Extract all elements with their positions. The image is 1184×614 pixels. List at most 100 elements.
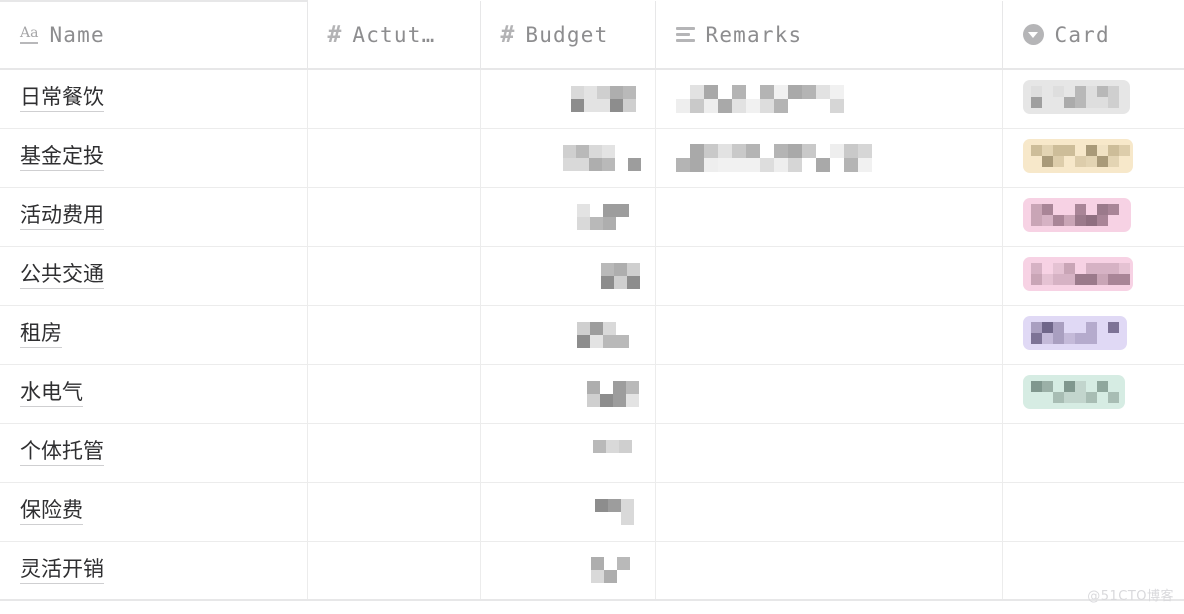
redacted-value	[594, 498, 635, 525]
table-header-row: Aa Name # Actut… # Budget Remarks Card	[0, 0, 1184, 70]
table-row[interactable]: 租房	[0, 305, 1184, 365]
redacted-value	[675, 84, 846, 113]
cell-card[interactable]	[1002, 541, 1184, 601]
cell-budget[interactable]	[480, 246, 656, 306]
redacted-value	[675, 143, 872, 172]
cell-remarks[interactable]	[655, 246, 1003, 306]
row-name-link[interactable]: 公共交通	[20, 262, 104, 290]
card-tag-chip[interactable]	[1022, 197, 1131, 232]
redacted-value	[576, 203, 635, 230]
cell-budget[interactable]	[480, 187, 656, 247]
cell-remarks[interactable]	[655, 364, 1003, 424]
cell-actual[interactable]	[307, 128, 481, 188]
cell-budget[interactable]	[480, 128, 656, 188]
table-row[interactable]: 日常餐饮	[0, 69, 1184, 129]
table-row[interactable]: 个体托管	[0, 423, 1184, 483]
redacted-value	[562, 144, 641, 171]
card-tag-chip[interactable]	[1022, 315, 1127, 350]
redacted-value	[592, 439, 635, 466]
cell-card[interactable]	[1002, 305, 1184, 365]
column-header-card[interactable]: Card	[1002, 1, 1184, 70]
redacted-value	[570, 85, 636, 112]
cell-budget[interactable]	[480, 305, 656, 365]
cell-card[interactable]	[1002, 69, 1184, 129]
table-row[interactable]: 保险费	[0, 482, 1184, 542]
cell-remarks[interactable]	[655, 69, 1003, 129]
cell-actual[interactable]	[307, 246, 481, 306]
select-dropdown-icon	[1022, 24, 1044, 45]
cell-remarks[interactable]	[655, 482, 1003, 542]
redacted-value	[1030, 262, 1130, 285]
cell-actual[interactable]	[307, 305, 481, 365]
column-header-remarks-label: Remarks	[705, 22, 803, 47]
redacted-value	[1030, 85, 1122, 108]
column-header-actual[interactable]: # Actut…	[307, 1, 481, 70]
cell-remarks[interactable]	[655, 541, 1003, 601]
column-header-name[interactable]: Aa Name	[0, 0, 308, 70]
cell-actual[interactable]	[307, 69, 481, 129]
table-row[interactable]: 公共交通	[0, 246, 1184, 306]
column-header-actual-label: Actut…	[352, 22, 436, 47]
cell-actual[interactable]	[307, 364, 481, 424]
cell-name[interactable]: 公共交通	[0, 246, 308, 306]
database-table: Aa Name # Actut… # Budget Remarks Card 日…	[0, 0, 1184, 601]
cell-name[interactable]: 基金定投	[0, 128, 308, 188]
cell-name[interactable]: 水电气	[0, 364, 308, 424]
cell-actual[interactable]	[307, 423, 481, 483]
column-header-budget-label: Budget	[525, 22, 609, 47]
cell-budget[interactable]	[480, 423, 656, 483]
cell-remarks[interactable]	[655, 305, 1003, 365]
cell-actual[interactable]	[307, 541, 481, 601]
cell-card[interactable]	[1002, 128, 1184, 188]
column-header-remarks[interactable]: Remarks	[655, 1, 1003, 70]
cell-budget[interactable]	[480, 482, 656, 542]
cell-budget[interactable]	[480, 69, 656, 129]
cell-card[interactable]	[1002, 364, 1184, 424]
database-table-view: Aa Name # Actut… # Budget Remarks Card 日…	[0, 0, 1184, 614]
table-row[interactable]: 水电气	[0, 364, 1184, 424]
redacted-value	[1030, 203, 1123, 226]
row-name-link[interactable]: 灵活开销	[20, 557, 104, 584]
row-name-link[interactable]: 基金定投	[20, 144, 104, 172]
number-hash-icon: #	[500, 21, 515, 48]
row-name-link[interactable]: 保险费	[20, 498, 83, 526]
cell-name[interactable]: 租房	[0, 305, 308, 365]
cell-card[interactable]	[1002, 482, 1184, 542]
row-name-link[interactable]: 日常餐饮	[20, 85, 104, 113]
cell-card[interactable]	[1002, 187, 1184, 247]
table-row[interactable]: 活动费用	[0, 187, 1184, 247]
cell-name[interactable]: 活动费用	[0, 187, 308, 247]
column-header-name-label: Name	[49, 23, 105, 47]
cell-budget[interactable]	[480, 364, 656, 424]
cell-remarks[interactable]	[655, 128, 1003, 188]
redacted-value	[576, 321, 635, 348]
table-row[interactable]: 基金定投	[0, 128, 1184, 188]
text-aa-icon: Aa	[20, 26, 39, 44]
row-name-link[interactable]: 水电气	[20, 380, 83, 408]
cell-card[interactable]	[1002, 423, 1184, 483]
row-name-link[interactable]: 租房	[20, 321, 62, 349]
redacted-value	[1030, 380, 1119, 403]
redacted-value	[600, 262, 640, 289]
card-tag-chip[interactable]	[1022, 138, 1133, 173]
number-hash-icon: #	[327, 21, 342, 48]
cell-name[interactable]: 个体托管	[0, 423, 308, 483]
column-header-budget[interactable]: # Budget	[480, 1, 656, 70]
cell-card[interactable]	[1002, 246, 1184, 306]
cell-remarks[interactable]	[655, 187, 1003, 247]
redacted-value	[1030, 144, 1130, 167]
card-tag-chip[interactable]	[1022, 374, 1125, 409]
cell-remarks[interactable]	[655, 423, 1003, 483]
cell-actual[interactable]	[307, 187, 481, 247]
cell-name[interactable]: 日常餐饮	[0, 69, 308, 129]
row-name-link[interactable]: 活动费用	[20, 203, 104, 231]
table-body: 日常餐饮基金定投活动费用公共交通租房水电气个体托管保险费灵活开销	[0, 69, 1184, 601]
table-row[interactable]: 灵活开销	[0, 541, 1184, 601]
row-name-link[interactable]: 个体托管	[20, 439, 104, 467]
card-tag-chip[interactable]	[1022, 79, 1130, 114]
cell-name[interactable]: 灵活开销	[0, 541, 308, 601]
card-tag-chip[interactable]	[1022, 256, 1133, 291]
cell-name[interactable]: 保险费	[0, 482, 308, 542]
cell-actual[interactable]	[307, 482, 481, 542]
cell-budget[interactable]	[480, 541, 656, 601]
